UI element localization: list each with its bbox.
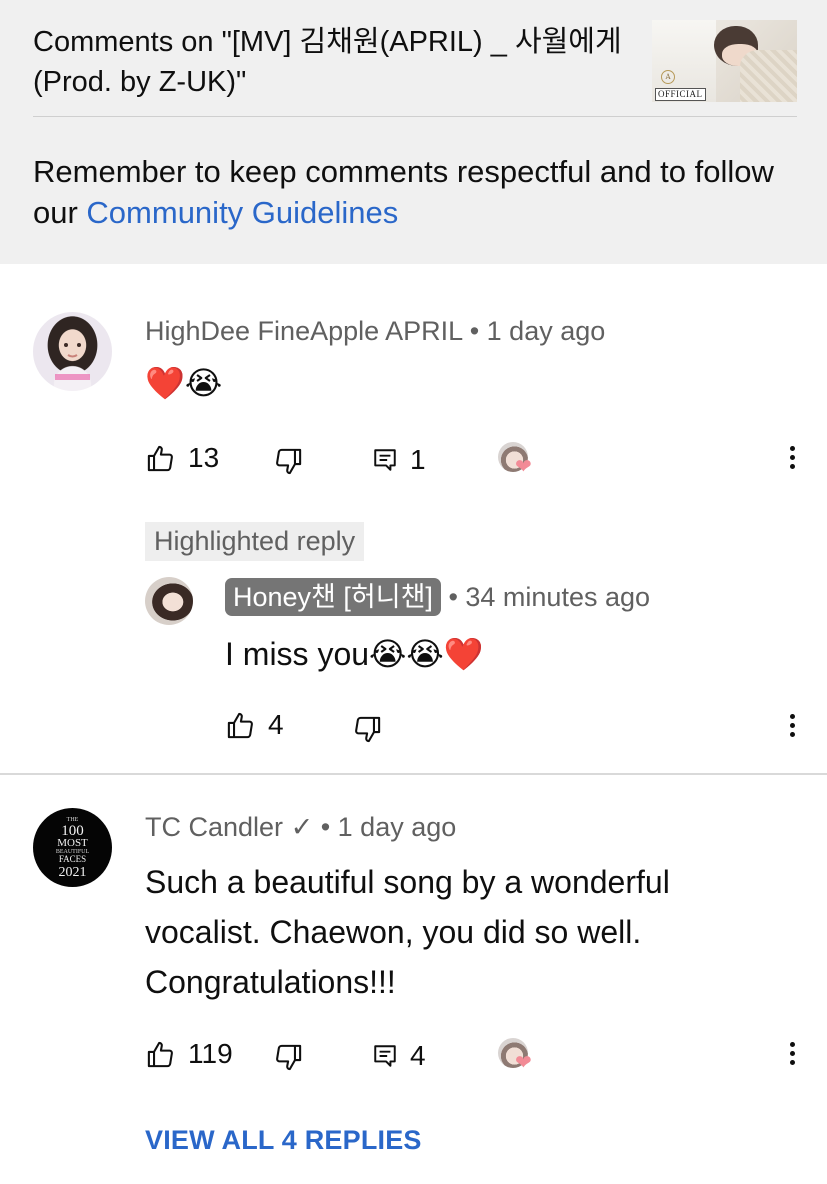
video-thumbnail[interactable]: A OFFICIAL [652,20,797,102]
verified-check-icon: ✓ [290,812,314,842]
like-button[interactable]: 119 [145,1038,233,1070]
thumbs-down-icon [276,1044,302,1071]
like-count: 119 [188,1038,233,1069]
thumbs-down-icon [355,716,381,743]
reply-like-button[interactable]: 4 [225,709,284,741]
reply-dislike-button[interactable] [352,714,383,745]
dislike-button[interactable] [273,446,304,477]
more-options-icon[interactable] [788,446,796,474]
comment-author[interactable]: HighDee FineApple APRIL [145,316,462,346]
avatar-portrait-icon [55,343,90,380]
comment-text: ❤️😭 [145,365,223,401]
comment-author[interactable]: TC Candler [145,812,283,842]
avatar-logo-icon: THE 100 MOST BEAUTIFUL FACES 2021 [56,817,90,880]
thumbs-down-icon [276,448,302,475]
comment-time: • 1 day ago [469,316,606,346]
avatar[interactable] [33,312,112,391]
reply-like-count: 4 [268,709,284,740]
thumbs-up-icon [227,712,253,738]
heart-icon: ❤ [515,1052,532,1074]
reply-button[interactable]: 1 [372,444,426,476]
avatar-text-faces: FACES [59,854,86,864]
reply-avatar[interactable] [145,577,193,625]
comment-time: • 1 day ago [320,812,457,842]
heart-icon: ❤ [515,456,532,478]
reply-comment-icon [374,449,396,471]
reply-meta: Honey챈 [허니챈] • 34 minutes ago [225,578,650,616]
avatar[interactable]: THE 100 MOST BEAUTIFUL FACES 2021 [33,808,112,887]
thumbnail-sweater [740,50,797,102]
comment-text: Such a beautiful song by a wonderful voc… [145,864,670,1000]
creator-heart-icon: ❤ [498,1038,534,1074]
thumbs-up-icon [147,1041,173,1067]
reply-author-badge[interactable]: Honey챈 [허니챈] [225,578,441,616]
reply-comment-icon [374,1045,396,1067]
more-options-icon[interactable] [788,1042,796,1070]
avatar-text-year: 2021 [59,865,87,880]
community-guidelines-link[interactable]: Community Guidelines [86,195,398,230]
reply-time: • 34 minutes ago [448,582,651,612]
avatar-text-most: MOST [57,837,88,849]
reply-count: 4 [410,1040,426,1071]
reply-count: 1 [410,444,426,475]
comment-divider [0,773,827,775]
creator-heart-icon: ❤ [498,442,534,478]
thumbs-up-icon [147,445,173,471]
highlighted-reply-chip: Highlighted reply [145,522,365,561]
official-label: OFFICIAL [655,88,706,101]
like-count: 13 [188,442,220,473]
view-all-replies-link[interactable]: VIEW ALL 4 REPLIES [145,1125,422,1156]
comment-meta: HighDee FineApple APRIL • 1 day ago [145,316,605,347]
channel-logo-icon: A [661,70,675,84]
reply-more-options-icon[interactable] [788,714,796,742]
dislike-button[interactable] [273,1042,304,1073]
comments-header: Comments on "[MV] 김채원(APRIL) _ 사월에게 (Pro… [0,0,827,264]
guidelines-notice: Remember to keep comments respectful and… [33,151,793,233]
comment-meta: TC Candler ✓ • 1 day ago [145,812,456,843]
header-divider [33,116,797,117]
comments-title: Comments on "[MV] 김채원(APRIL) _ 사월에게 (Pro… [33,26,622,98]
like-button[interactable]: 13 [145,442,219,474]
reply-button[interactable]: 4 [372,1040,426,1072]
reply-text: I miss you😭😭❤️ [225,636,484,672]
